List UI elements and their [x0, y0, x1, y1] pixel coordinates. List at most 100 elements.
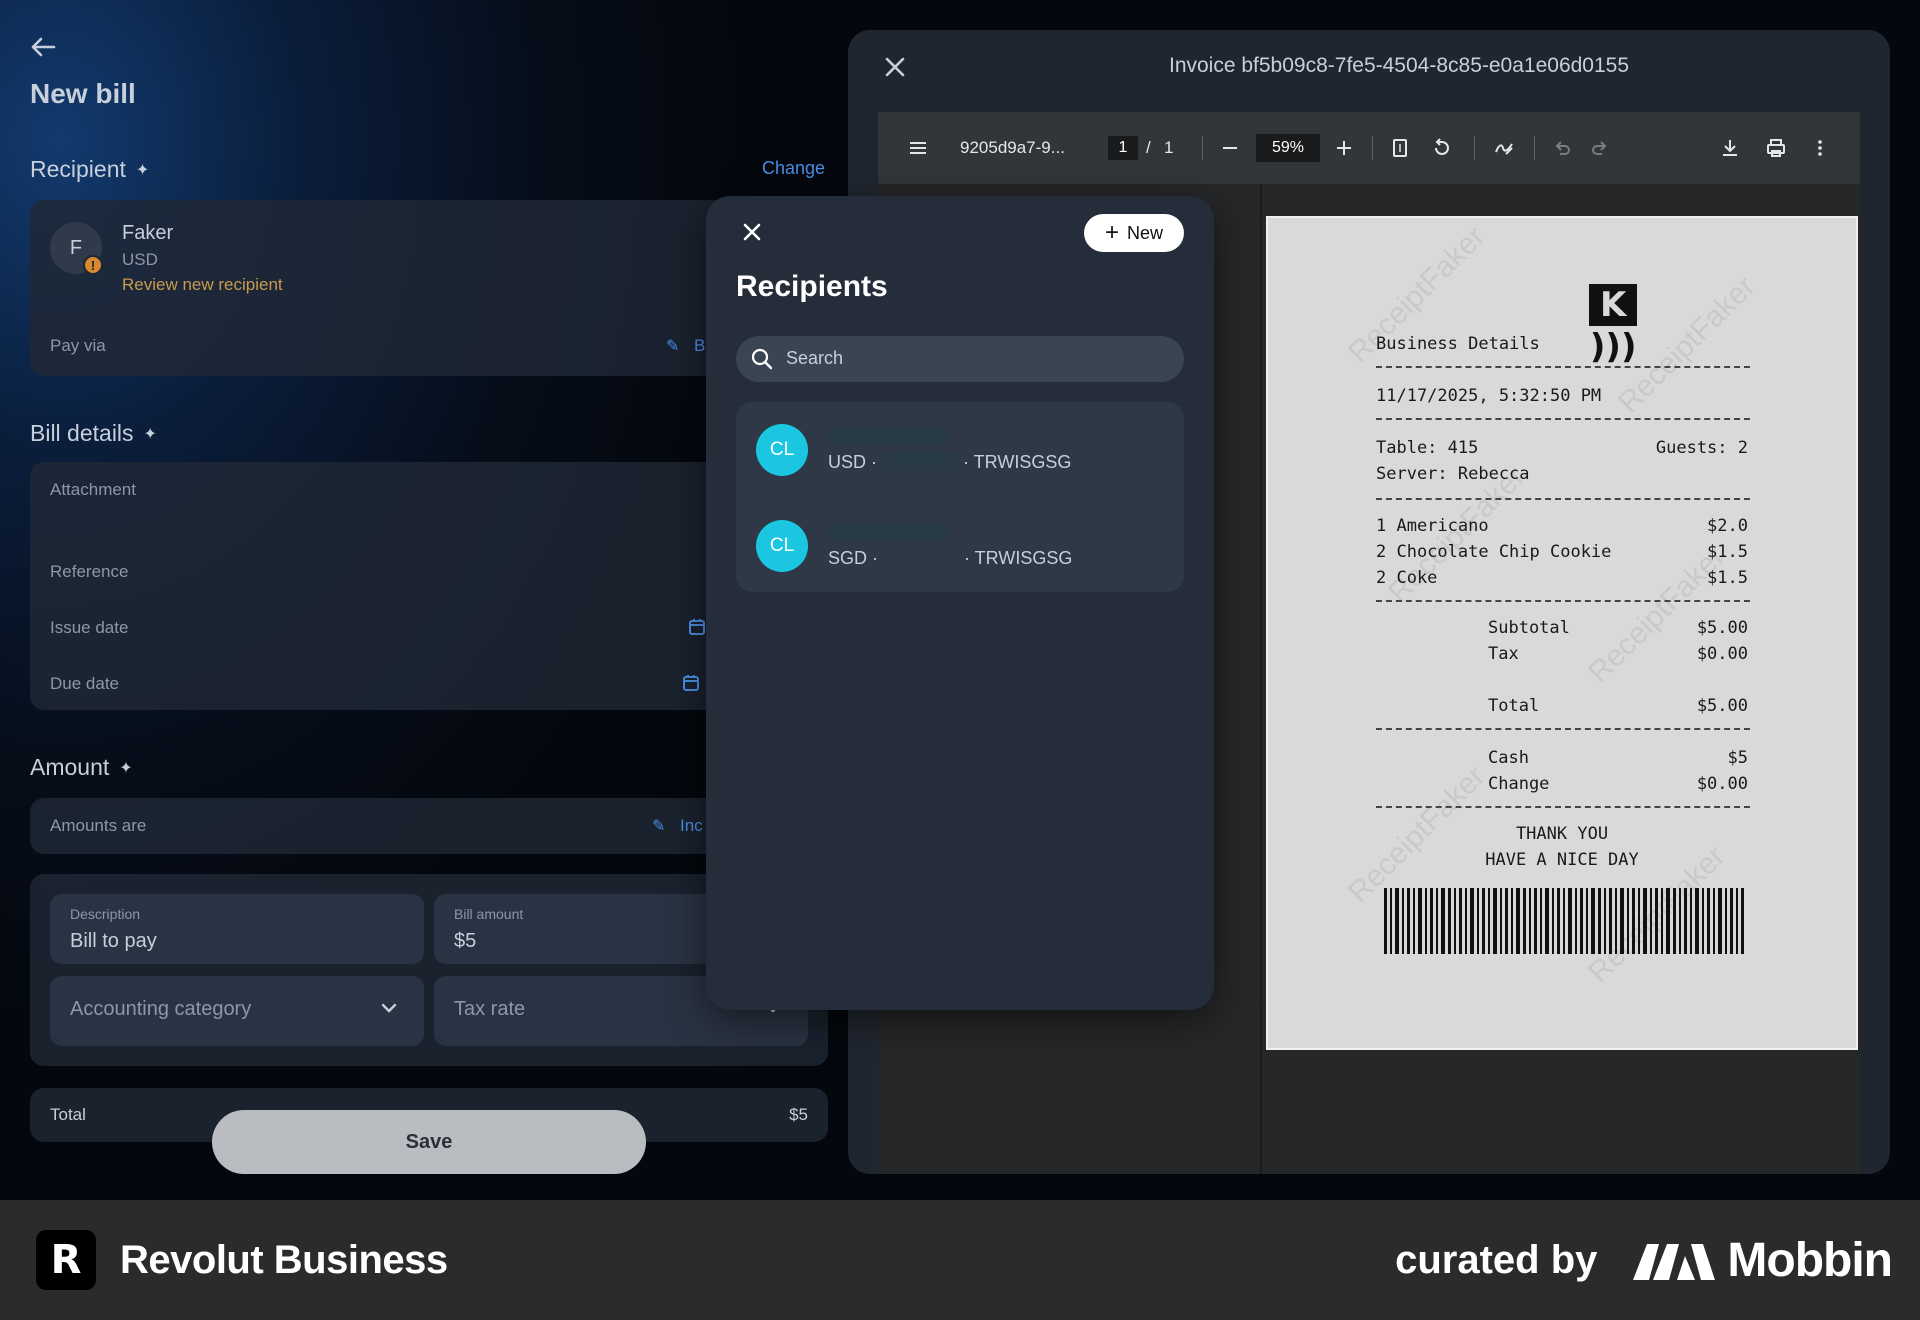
mobbin-logo: Mobbin — [1633, 1233, 1893, 1288]
receipt-page: ReceiptFaker ReceiptFaker ReceiptFaker R… — [1266, 216, 1858, 1050]
due-date-label[interactable]: Due date — [50, 674, 119, 694]
receipt-item-label: 2 Coke — [1376, 568, 1438, 588]
warning-icon: ! — [83, 255, 103, 275]
redacted-account — [883, 453, 957, 471]
curated-by: curated by Mobbin — [1395, 1233, 1893, 1288]
recipient-currency: USD — [122, 250, 158, 269]
bill-amount-value: $5 — [454, 930, 477, 952]
back-arrow-icon[interactable] — [30, 36, 56, 58]
mobbin-mark-icon — [1633, 1244, 1716, 1280]
chevron-down-icon — [381, 1003, 397, 1013]
pay-via-value[interactable]: B — [694, 336, 705, 356]
recipients-title: Recipients — [736, 270, 888, 303]
amounts-are-value[interactable]: Inc — [680, 816, 703, 836]
calendar-icon[interactable] — [682, 674, 700, 692]
recipient-swift: · TRWISGSG — [964, 548, 1073, 568]
receipt-subtotal-value: $5.00 — [1696, 618, 1748, 638]
sparkle-icon: ✦ — [119, 759, 133, 777]
fit-page-icon[interactable] — [1390, 138, 1410, 158]
save-button[interactable]: Save — [212, 1110, 646, 1174]
receipt-change-value: $0.00 — [1696, 774, 1748, 794]
receipt-item-price: $1.5 — [1707, 542, 1748, 562]
annotate-icon[interactable] — [1494, 138, 1514, 158]
logo-mark: K — [1589, 284, 1638, 326]
redo-icon[interactable] — [1590, 138, 1610, 158]
pay-via-label: Pay via — [50, 336, 106, 355]
toolbar-divider — [1534, 136, 1535, 160]
review-recipient-link[interactable]: Review new recipient — [122, 275, 283, 295]
receipt-logo: K ))) — [1268, 264, 1856, 388]
receipt-cash-label: Cash — [1488, 748, 1529, 768]
total-value: $5 — [789, 1105, 808, 1124]
close-icon[interactable] — [742, 222, 762, 242]
undo-icon[interactable] — [1552, 138, 1572, 158]
logo-waves-icon: ))) — [1589, 327, 1637, 367]
invoice-title: Invoice bf5b09c8-7fe5-4504-8c85-e0a1e06d… — [1168, 54, 1630, 77]
recipients-modal: + New Recipients Search CL USD · · TRWISG… — [706, 196, 1214, 1010]
brand-name: Revolut Business — [120, 1237, 448, 1282]
redacted-name — [828, 426, 948, 444]
menu-icon[interactable] — [908, 138, 928, 158]
receipt-cash-value: $5 — [1727, 748, 1748, 768]
print-icon[interactable] — [1766, 138, 1786, 158]
receipt-divider — [1376, 418, 1750, 420]
page-title: New bill — [30, 78, 136, 109]
receipt-table: Table: 415 — [1376, 438, 1479, 458]
redacted-account — [884, 549, 959, 567]
description-label: Description — [70, 906, 141, 922]
recipient-list: CL USD · · TRWISGSG CL SGD · · TRWISGSG — [736, 402, 1184, 592]
pencil-icon[interactable]: ✎ — [652, 816, 665, 836]
plus-icon: + — [1104, 219, 1119, 246]
receipt-divider — [1376, 498, 1750, 500]
recipient-swift: · TRWISGSG — [963, 452, 1072, 472]
zoom-in-icon[interactable] — [1334, 138, 1354, 158]
page-number-input[interactable]: 1 — [1108, 136, 1138, 160]
redacted-name — [828, 522, 948, 540]
receipt-guests: Guests: 2 — [1655, 438, 1748, 458]
toolbar-divider — [1202, 136, 1203, 160]
download-icon[interactable] — [1720, 138, 1740, 158]
receipt-datetime: 11/17/2025, 5:32:50 PM — [1376, 386, 1602, 406]
attachment-label[interactable]: Attachment — [50, 480, 136, 500]
receipt-total-value: $5.00 — [1696, 696, 1748, 716]
search-input[interactable]: Search — [736, 336, 1184, 382]
amount-section-label: Amount ✦ — [30, 754, 133, 781]
new-recipient-button[interactable]: + New — [1084, 214, 1184, 252]
receipt-total-label: Total — [1488, 696, 1540, 716]
receipt-thanks: THANK YOU — [1515, 824, 1609, 844]
watermark-text: ReceiptFaker — [1582, 539, 1732, 690]
receipt-divider — [1376, 806, 1750, 808]
reference-label[interactable]: Reference — [50, 562, 128, 582]
description-field[interactable]: Description Bill to pay — [50, 894, 424, 964]
recipient-meta: SGD · · TRWISGSG — [828, 548, 1072, 569]
more-vertical-icon[interactable] — [1810, 138, 1830, 158]
search-icon — [751, 348, 773, 370]
accounting-category-select[interactable]: Accounting category — [50, 976, 424, 1046]
pdf-file-name: 9205d9a7-9... — [960, 138, 1065, 157]
receipt-divider — [1376, 600, 1750, 602]
receipt-server: Server: Rebecca — [1376, 464, 1530, 484]
issue-date-label[interactable]: Issue date — [50, 618, 128, 638]
rotate-icon[interactable] — [1432, 138, 1452, 158]
zoom-level-input[interactable]: 59% — [1256, 134, 1320, 162]
curated-by-text: curated by — [1395, 1237, 1598, 1282]
mobbin-wordmark: Mobbin — [1727, 1233, 1893, 1287]
list-item[interactable]: CL USD · · TRWISGSG — [736, 402, 1184, 498]
revolut-logo-icon: R — [36, 1230, 96, 1290]
new-recipient-label: New — [1127, 222, 1164, 243]
pdf-toolbar: 9205d9a7-9... 1 / 1 59% — [878, 112, 1860, 184]
barcode — [1384, 888, 1744, 954]
pencil-icon[interactable]: ✎ — [666, 336, 679, 356]
toolbar-divider — [1474, 136, 1475, 160]
calendar-icon[interactable] — [688, 618, 706, 636]
zoom-out-icon[interactable] — [1220, 138, 1240, 158]
amount-section-text: Amount — [30, 754, 110, 780]
list-item[interactable]: CL SGD · · TRWISGSG — [736, 498, 1184, 594]
change-recipient-link[interactable]: Change — [762, 158, 825, 179]
page-total: 1 — [1164, 138, 1174, 157]
recipient-currency: USD · — [828, 452, 877, 472]
bill-details-section-text: Bill details — [30, 420, 134, 446]
description-value: Bill to pay — [70, 930, 157, 952]
page-separator: / — [1146, 138, 1151, 157]
recipient-section-label: Recipient ✦ — [30, 156, 149, 183]
